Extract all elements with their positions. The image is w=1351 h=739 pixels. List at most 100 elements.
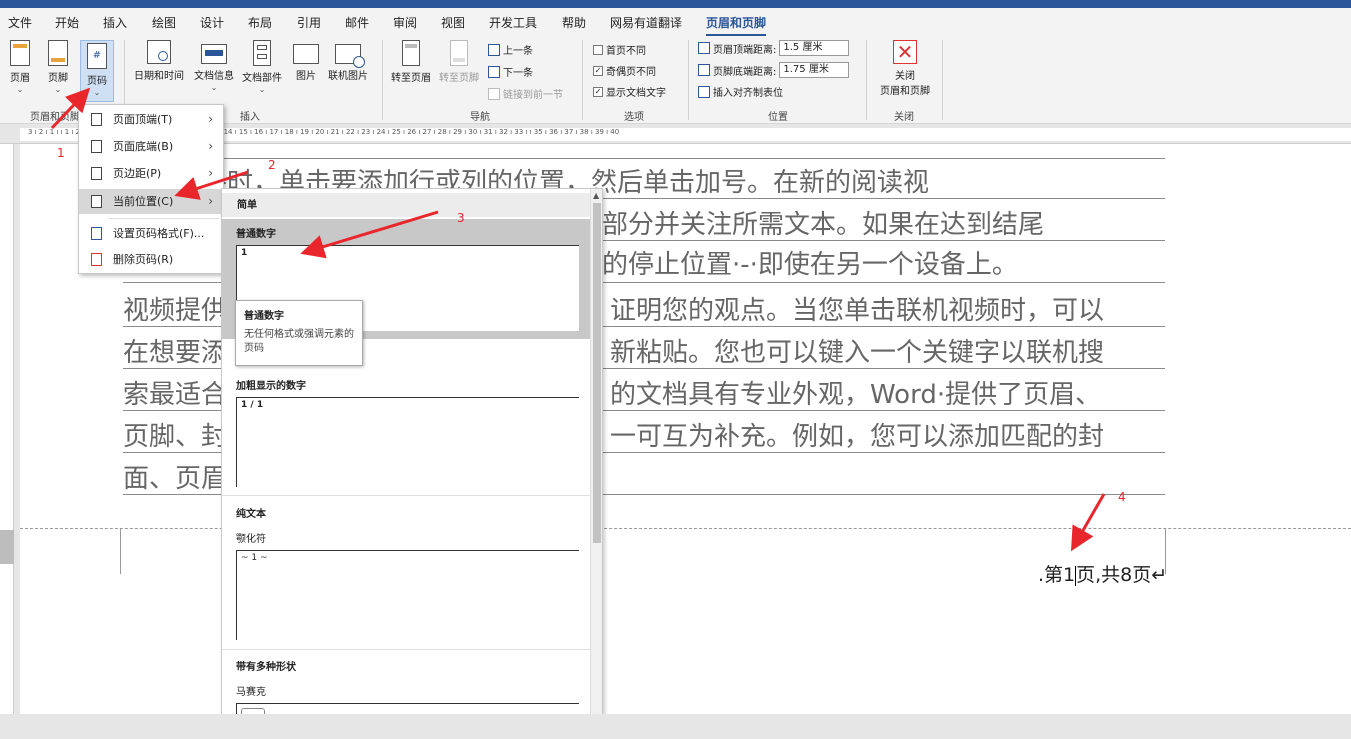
header-button[interactable]: 页眉 ⌄ (6, 40, 34, 94)
page-icon (91, 195, 102, 208)
header-distance-input[interactable]: 1.5 厘米 (779, 40, 850, 56)
tab-file[interactable]: 文件 (8, 14, 32, 31)
tab-insert[interactable]: 插入 (103, 14, 127, 31)
body-line-4: 在您的停止位置·-·即使在另一个设备上。 (550, 250, 1018, 280)
gallery-label-mosaic: 马赛克 (236, 687, 266, 698)
doc-parts-icon (253, 40, 271, 66)
footer-boundary (20, 528, 1351, 529)
tab-youdao[interactable]: 网易有道翻译 (610, 14, 682, 31)
show-document-text-checkbox[interactable]: ✓ 显示文档文字 (593, 84, 666, 99)
page-number-gallery: 简单 普通数字 1 加粗显示的数字 1 / 1 纯文本 颚化符 ~ 1 ~ 带有… (221, 188, 603, 739)
gallery-heading-simple: 简单 (222, 193, 592, 217)
chevron-right-icon: › (208, 166, 213, 180)
page-number-button[interactable]: # 页码 ⌄ (80, 40, 114, 102)
group-label-close: 关闭 (894, 112, 914, 123)
menu-bar: 文件 开始 插入 绘图 设计 布局 引用 邮件 审阅 视图 开发工具 帮助 网易… (0, 8, 1351, 37)
menu-item-bottom-of-page[interactable]: 页面底端(B) › (79, 134, 223, 159)
menu-item-format-page-numbers[interactable]: 设置页码格式(F)... (79, 221, 223, 246)
picture-button[interactable]: 图片 (291, 40, 321, 82)
footer-distance-input[interactable]: 1.75 厘米 (779, 62, 850, 78)
tab-developer[interactable]: 开发工具 (489, 14, 537, 31)
scroll-up-icon[interactable]: ▲ (593, 191, 599, 200)
gallery-preview-tilde[interactable]: ~ 1 ~ (236, 550, 579, 640)
gallery-heading-plain-text: 纯文本 (236, 509, 266, 520)
chevron-down-icon: ⌄ (93, 88, 101, 97)
page-icon (91, 140, 102, 153)
prev-arrow-icon (488, 43, 500, 56)
doc-info-icon (201, 44, 227, 64)
page-icon (91, 113, 102, 126)
chevron-right-icon: › (208, 194, 213, 208)
body-line-3: 某些部分并关注所需文本。如果在达到结尾 (550, 210, 1045, 240)
tab-references[interactable]: 引用 (297, 14, 321, 31)
menu-item-remove-page-numbers[interactable]: 删除页码(R) (79, 247, 223, 272)
tab-mailings[interactable]: 邮件 (345, 14, 369, 31)
gallery-scrollbar[interactable]: ▲ (590, 189, 602, 738)
checkmark-icon: ✓ (593, 86, 603, 97)
close-header-footer-button[interactable]: ✕ 关闭 页眉和页脚 (874, 40, 936, 97)
body-line-8: 页脚、封 (123, 422, 228, 452)
page-number-icon: # (87, 43, 107, 69)
title-bar (0, 0, 1351, 8)
previous-button[interactable]: 上一条 (488, 42, 533, 57)
online-picture-icon (335, 44, 365, 68)
chevron-right-icon: › (208, 139, 213, 153)
chevron-down-icon: ⌄ (16, 85, 24, 94)
footer-button[interactable]: 页脚 ⌄ (44, 40, 72, 94)
tab-view[interactable]: 视图 (441, 14, 465, 31)
page-icon (91, 167, 102, 180)
tab-draw[interactable]: 绘图 (152, 14, 176, 31)
first-page-different-checkbox[interactable]: 首页不同 (593, 42, 646, 57)
goto-footer-icon (450, 40, 468, 66)
next-button[interactable]: 下一条 (488, 64, 533, 79)
menu-item-page-margins[interactable]: 页边距(P) › (79, 161, 223, 186)
tab-home[interactable]: 开始 (55, 14, 79, 31)
footer-distance-icon (698, 64, 710, 76)
footer-icon (48, 40, 68, 66)
header-distance-icon (698, 42, 710, 54)
doc-info-button[interactable]: 文档信息 ⌄ (191, 40, 237, 92)
menu-item-current-position[interactable]: 当前位置(C) › (79, 189, 223, 214)
picture-icon (293, 44, 319, 64)
chevron-down-icon: ⌄ (54, 85, 62, 94)
online-picture-button[interactable]: 联机图片 (325, 40, 371, 82)
link-previous-button[interactable]: 链接到前一节 (488, 86, 563, 101)
goto-footer-button[interactable]: 转至页脚 (436, 40, 482, 84)
tab-review[interactable]: 审阅 (393, 14, 417, 31)
tab-design[interactable]: 设计 (200, 14, 224, 31)
footer-page-number[interactable]: .第1页,共8页↵ (1038, 560, 1167, 587)
body-line-6: 在想要添 (123, 338, 228, 368)
odd-even-different-checkbox[interactable]: ✓ 奇偶页不同 (593, 63, 656, 78)
group-divider (866, 40, 867, 120)
group-label-navigation: 导航 (470, 112, 490, 123)
scrollbar-thumb[interactable] (593, 203, 601, 543)
align-tab-icon (698, 85, 710, 98)
page-number-menu: 页面顶端(T) › 页面底端(B) › 页边距(P) › 当前位置(C) › 设置页码格… (78, 104, 224, 274)
tab-help[interactable]: 帮助 (562, 14, 586, 31)
close-icon: ✕ (893, 40, 917, 64)
chevron-right-icon: › (208, 112, 213, 126)
vertical-ruler[interactable] (0, 144, 14, 714)
annotation-1: 1 (57, 146, 65, 160)
body-line-9: 面、页眉 (123, 464, 228, 494)
chevron-down-icon: ⌄ (258, 85, 266, 94)
menu-item-top-of-page[interactable]: 页面顶端(T) › (79, 107, 223, 132)
body-line-7-right: 的文档具有专业外观，Word·提供了页眉、 (610, 380, 1102, 410)
chevron-down-icon: ⌄ (210, 83, 218, 92)
gallery-label-bold-number: 加粗显示的数字 (236, 381, 306, 392)
group-label-insert: 插入 (240, 112, 260, 123)
margin-corner (1165, 528, 1211, 574)
tooltip-title: 普通数字 (244, 311, 284, 322)
tab-layout[interactable]: 布局 (248, 14, 272, 31)
gallery-preview-bold-number[interactable]: 1 / 1 (236, 397, 579, 487)
body-line-5: 视频提供 (123, 296, 228, 326)
doc-parts-button[interactable]: 文档部件 ⌄ (239, 40, 285, 94)
date-time-button[interactable]: 日期和时间 (130, 40, 188, 82)
insert-alignment-tab-button[interactable]: 插入对齐制表位 (698, 84, 783, 99)
group-divider (942, 40, 943, 120)
header-icon (10, 40, 30, 66)
goto-header-button[interactable]: 转至页眉 (388, 40, 434, 84)
goto-header-icon (402, 40, 420, 66)
body-line-6-right: 新粘贴。您也可以键入一个关键字以联机搜 (610, 338, 1105, 368)
tab-header-footer[interactable]: 页眉和页脚 (706, 14, 767, 37)
